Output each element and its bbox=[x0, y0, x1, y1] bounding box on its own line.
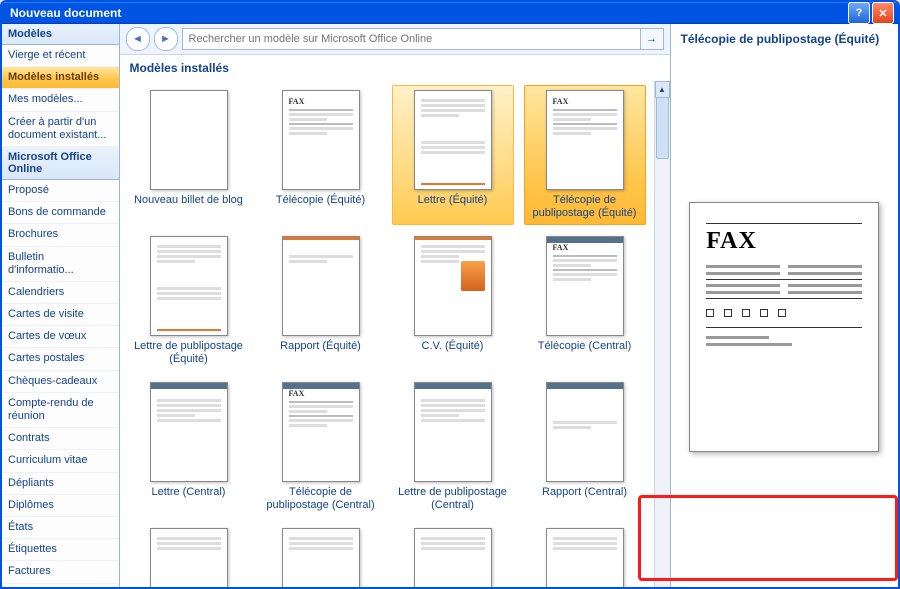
template-item[interactable]: C.V. (Équité) bbox=[392, 231, 514, 371]
template-label: Lettre (Central) bbox=[133, 486, 245, 512]
template-label: Lettre (Équité) bbox=[397, 194, 509, 220]
sidebar-item-8[interactable]: Bulletin d'informatio... bbox=[2, 247, 119, 282]
scroll-thumb[interactable] bbox=[656, 97, 669, 159]
search-input[interactable] bbox=[183, 29, 640, 49]
gallery: Nouveau billet de blog FAXTélécopie (Équi… bbox=[120, 81, 654, 589]
sidebar-item-9[interactable]: Calendriers bbox=[2, 282, 119, 304]
sidebar-item-6[interactable]: Bons de commande bbox=[2, 202, 119, 224]
preview-page: FAX bbox=[689, 202, 879, 452]
template-item[interactable]: FAXTélécopie (Central) bbox=[524, 231, 646, 371]
template-label: Télécopie (Équité) bbox=[265, 194, 377, 220]
sidebar-item-2[interactable]: Mes modèles... bbox=[2, 89, 119, 111]
template-item[interactable]: FAXTélécopie (Équité) bbox=[260, 85, 382, 225]
template-item[interactable] bbox=[392, 523, 514, 589]
help-button[interactable]: ? bbox=[848, 2, 870, 24]
sidebar-item-5[interactable]: Proposé bbox=[2, 180, 119, 202]
nav-forward-button[interactable]: ► bbox=[154, 27, 178, 51]
sidebar-item-4[interactable]: Microsoft Office Online bbox=[2, 147, 119, 180]
preview-heading: FAX bbox=[706, 228, 862, 255]
search-go-button[interactable]: → bbox=[640, 29, 663, 49]
sidebar-header: Modèles bbox=[2, 24, 119, 45]
scroll-up-icon[interactable]: ▲ bbox=[655, 81, 670, 98]
sidebar-item-0[interactable]: Vierge et récent bbox=[2, 45, 119, 67]
template-label: Lettre de publipostage (Central) bbox=[397, 486, 509, 512]
template-item[interactable]: Rapport (Équité) bbox=[260, 231, 382, 371]
sidebar-item-14[interactable]: Compte-rendu de réunion bbox=[2, 393, 119, 428]
sidebar-item-12[interactable]: Cartes postales bbox=[2, 348, 119, 370]
template-item[interactable]: FAXTélécopie de publipostage (Équité) bbox=[524, 85, 646, 225]
sidebar-item-16[interactable]: Curriculum vitae bbox=[2, 450, 119, 472]
sidebar-item-13[interactable]: Chèques-cadeaux bbox=[2, 371, 119, 393]
section-title: Modèles installés bbox=[120, 55, 670, 81]
sidebar-item-10[interactable]: Cartes de visite bbox=[2, 304, 119, 326]
sidebar-item-19[interactable]: États bbox=[2, 517, 119, 539]
template-item[interactable]: FAXTélécopie de publipostage (Central) bbox=[260, 377, 382, 517]
template-item[interactable]: Rapport (Central) bbox=[524, 377, 646, 517]
sidebar-item-7[interactable]: Brochures bbox=[2, 224, 119, 246]
sidebar-item-21[interactable]: Factures bbox=[2, 561, 119, 583]
template-item[interactable]: Lettre (Central) bbox=[128, 377, 250, 517]
sidebar-item-20[interactable]: Étiquettes bbox=[2, 539, 119, 561]
sidebar-item-1[interactable]: Modèles installés bbox=[2, 67, 119, 89]
template-item[interactable]: Lettre de publipostage (Équité) bbox=[128, 231, 250, 371]
template-item[interactable]: Lettre (Équité) bbox=[392, 85, 514, 225]
sidebar-item-3[interactable]: Créer à partir d'un document existant... bbox=[2, 112, 119, 147]
template-label: Nouveau billet de blog bbox=[133, 194, 245, 220]
sidebar-item-18[interactable]: Diplômes bbox=[2, 495, 119, 517]
template-label: C.V. (Équité) bbox=[397, 340, 509, 366]
search-box: → bbox=[182, 28, 664, 50]
template-label: Lettre de publipostage (Équité) bbox=[133, 340, 245, 366]
sidebar-item-11[interactable]: Cartes de vœux bbox=[2, 326, 119, 348]
sidebar-item-17[interactable]: Dépliants bbox=[2, 473, 119, 495]
template-label: Télécopie de publipostage (Équité) bbox=[529, 194, 641, 220]
nav-back-button[interactable]: ◄ bbox=[126, 27, 150, 51]
template-item[interactable]: Lettre de publipostage (Central) bbox=[392, 377, 514, 517]
toolbar: ◄ ► → bbox=[120, 24, 670, 55]
template-item[interactable]: Nouveau billet de blog bbox=[128, 85, 250, 225]
template-label: Rapport (Équité) bbox=[265, 340, 377, 366]
window-title: Nouveau document bbox=[10, 6, 121, 20]
sidebar-item-15[interactable]: Contrats bbox=[2, 428, 119, 450]
template-label: Télécopie (Central) bbox=[529, 340, 641, 366]
template-item[interactable] bbox=[524, 523, 646, 589]
gallery-scrollbar[interactable]: ▲ ▼ bbox=[654, 81, 670, 589]
template-label: Rapport (Central) bbox=[529, 486, 641, 512]
titlebar: Nouveau document ? ✕ bbox=[2, 2, 898, 24]
template-label: Télécopie de publipostage (Central) bbox=[265, 486, 377, 512]
template-item[interactable] bbox=[260, 523, 382, 589]
close-button[interactable]: ✕ bbox=[872, 2, 894, 24]
preview-title: Télécopie de publipostage (Équité) bbox=[681, 32, 889, 46]
template-item[interactable] bbox=[128, 523, 250, 589]
sidebar-item-22[interactable]: Feuilles de présence bbox=[2, 584, 119, 589]
sidebar: Modèles Vierge et récentModèles installé… bbox=[2, 24, 120, 589]
